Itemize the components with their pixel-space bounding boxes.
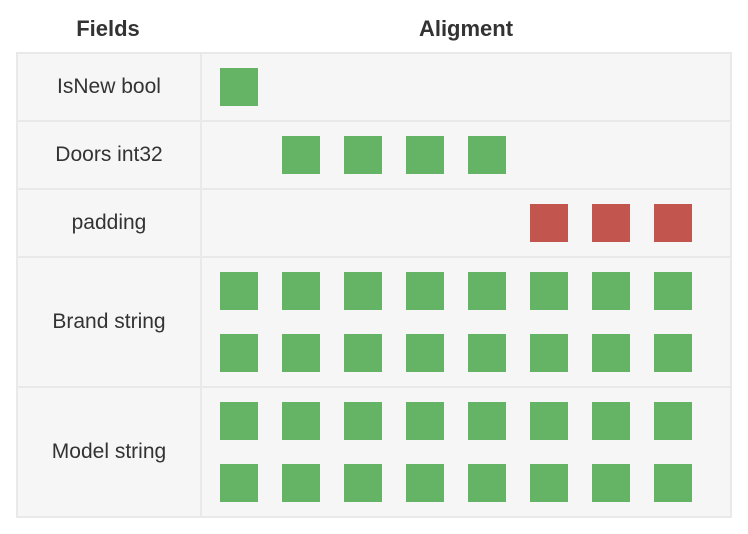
- byte-empty: [220, 204, 258, 242]
- table-row: padding: [17, 189, 731, 257]
- byte-padding: [592, 204, 630, 242]
- byte-empty: [592, 68, 630, 106]
- byte-padding: [530, 204, 568, 242]
- byte-empty: [406, 68, 444, 106]
- byte-used: [220, 402, 258, 440]
- byte-grid-row-2: [220, 204, 712, 242]
- field-label: Model string: [17, 387, 201, 517]
- byte-empty: [282, 68, 320, 106]
- byte-used: [654, 402, 692, 440]
- byte-used: [468, 464, 506, 502]
- byte-used: [220, 334, 258, 372]
- field-label: IsNew bool: [17, 53, 201, 121]
- byte-used: [282, 402, 320, 440]
- byte-used: [654, 334, 692, 372]
- byte-empty: [468, 68, 506, 106]
- byte-grid-row-4: [220, 402, 712, 502]
- byte-empty: [220, 136, 258, 174]
- byte-used: [406, 136, 444, 174]
- table-row: Model string: [17, 387, 731, 517]
- byte-used: [592, 272, 630, 310]
- byte-used: [530, 334, 568, 372]
- byte-used: [406, 402, 444, 440]
- byte-used: [406, 464, 444, 502]
- alignment-cell: [201, 189, 731, 257]
- byte-empty: [530, 136, 568, 174]
- memory-alignment-diagram: Fields Aligment IsNew bool Doors int32 p…: [16, 16, 732, 518]
- field-label: padding: [17, 189, 201, 257]
- field-label: Doors int32: [17, 121, 201, 189]
- byte-used: [344, 272, 382, 310]
- byte-used: [468, 334, 506, 372]
- table-row: Doors int32: [17, 121, 731, 189]
- byte-empty: [406, 204, 444, 242]
- table-row: IsNew bool: [17, 53, 731, 121]
- byte-used: [344, 402, 382, 440]
- byte-used: [282, 272, 320, 310]
- byte-used: [344, 334, 382, 372]
- byte-empty: [468, 204, 506, 242]
- byte-used: [530, 272, 568, 310]
- byte-empty: [654, 68, 692, 106]
- table-row: Brand string: [17, 257, 731, 387]
- header-row: Fields Aligment: [16, 16, 732, 42]
- alignment-table: IsNew bool Doors int32 padding Brand str…: [16, 52, 732, 518]
- alignment-cell: [201, 257, 731, 387]
- byte-used: [344, 464, 382, 502]
- byte-empty: [654, 136, 692, 174]
- byte-used: [468, 272, 506, 310]
- byte-used: [530, 464, 568, 502]
- byte-empty: [592, 136, 630, 174]
- byte-used: [592, 402, 630, 440]
- byte-used: [468, 136, 506, 174]
- byte-empty: [344, 68, 382, 106]
- byte-empty: [282, 204, 320, 242]
- byte-used: [406, 272, 444, 310]
- alignment-cell: [201, 121, 731, 189]
- alignment-cell: [201, 53, 731, 121]
- byte-used: [282, 464, 320, 502]
- byte-used: [468, 402, 506, 440]
- header-fields: Fields: [16, 16, 200, 42]
- byte-used: [282, 136, 320, 174]
- byte-used: [654, 272, 692, 310]
- byte-used: [344, 136, 382, 174]
- header-alignment: Aligment: [200, 16, 732, 42]
- byte-grid-row-0: [220, 68, 712, 106]
- field-label: Brand string: [17, 257, 201, 387]
- byte-used: [530, 402, 568, 440]
- byte-used: [220, 272, 258, 310]
- byte-empty: [344, 204, 382, 242]
- byte-used: [654, 464, 692, 502]
- byte-used: [282, 334, 320, 372]
- byte-used: [592, 464, 630, 502]
- byte-grid-row-1: [220, 136, 712, 174]
- byte-used: [220, 464, 258, 502]
- byte-empty: [530, 68, 568, 106]
- byte-used: [592, 334, 630, 372]
- byte-grid-row-3: [220, 272, 712, 372]
- byte-used: [220, 68, 258, 106]
- byte-padding: [654, 204, 692, 242]
- byte-used: [406, 334, 444, 372]
- alignment-cell: [201, 387, 731, 517]
